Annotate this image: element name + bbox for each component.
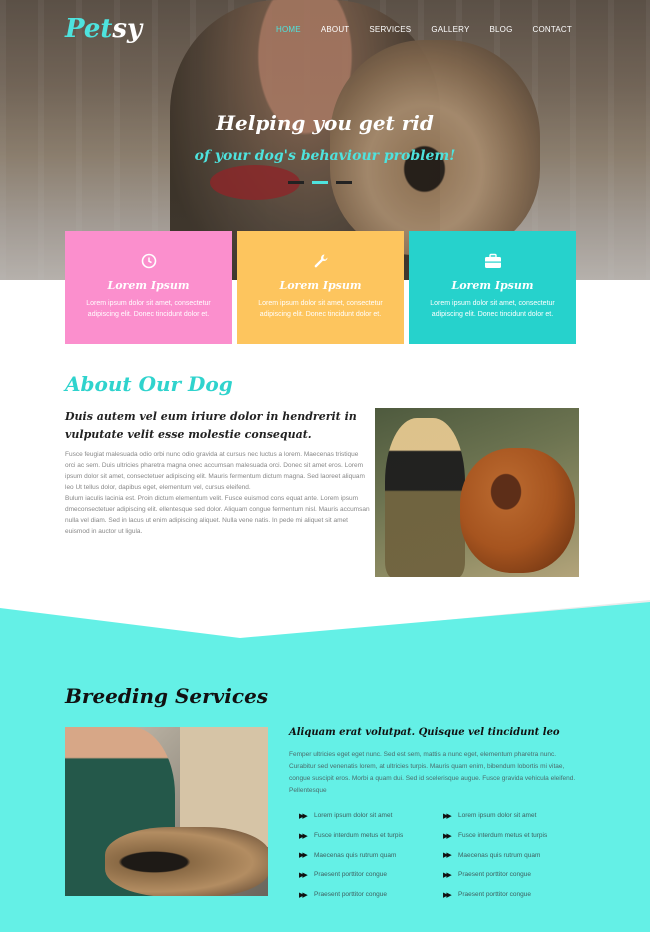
slider-dots (288, 181, 352, 184)
double-arrow-icon: ▶▶ (299, 812, 308, 820)
nav-home[interactable]: HOME (276, 25, 301, 34)
feature-boxes: Lorem Ipsum Lorem ipsum dolor sit amet, … (65, 231, 576, 344)
list-item[interactable]: ▶▶ Praesent porttitor congue (443, 885, 588, 905)
double-arrow-icon: ▶▶ (443, 832, 452, 840)
list-item-label: Lorem ipsum dolor sit amet (458, 812, 537, 820)
breeding-list-left: ▶▶ Lorem ipsum dolor sit amet ▶▶ Fusce int… (299, 806, 444, 904)
double-arrow-icon: ▶▶ (299, 891, 308, 899)
breeding-photo (65, 727, 268, 896)
slider-dot-1[interactable] (288, 181, 304, 184)
double-arrow-icon: ▶▶ (299, 871, 308, 879)
list-item[interactable]: ▶▶ Lorem ipsum dolor sit amet (299, 806, 444, 826)
about-body: Fusce feugiat malesuada odio orbi nunc o… (65, 449, 370, 537)
hero-subtitle: of your dog's behaviour problem! (194, 148, 456, 164)
feature-text: Lorem ipsum dolor sit amet, consectetur … (258, 300, 383, 318)
list-item-label: Fusce interdum metus et turpis (458, 832, 548, 840)
breeding-list-right: ▶▶ Lorem ipsum dolor sit amet ▶▶ Fusce int… (443, 806, 588, 904)
double-arrow-icon: ▶▶ (299, 832, 308, 840)
double-arrow-icon: ▶▶ (443, 891, 452, 899)
list-item-label: Praesent porttitor congue (458, 891, 531, 899)
logo[interactable]: Petsy (65, 14, 142, 44)
nav-blog[interactable]: BLOG (489, 25, 512, 34)
about-title: About Our Dog (65, 372, 233, 396)
list-item-label: Praesent porttitor congue (458, 871, 531, 879)
feature-box-2[interactable]: Lorem Ipsum Lorem ipsum dolor sit amet, … (237, 231, 404, 344)
about-heading: Duis autem vel eum iriure dolor in hendr… (65, 410, 357, 441)
feature-box-3[interactable]: Lorem Ipsum Lorem ipsum dolor sit amet, … (409, 231, 576, 344)
wrench-icon (237, 251, 404, 271)
feature-title: Lorem Ipsum (107, 279, 190, 292)
feature-text: Lorem ipsum dolor sit amet, consectetur … (430, 300, 555, 318)
slider-dot-2[interactable] (312, 181, 328, 184)
list-item-label: Maecenas quis rutrum quam (458, 851, 541, 859)
hero-title: Helping you get rid (216, 111, 434, 135)
breeding-body: Femper ultricies eget eget nunc. Sed est… (289, 751, 576, 794)
list-item-label: Fusce interdum metus et turpis (314, 832, 404, 840)
logo-part-1: Pet (65, 14, 113, 44)
list-item-label: Praesent porttitor congue (314, 871, 387, 879)
feature-box-1[interactable]: Lorem Ipsum Lorem ipsum dolor sit amet, … (65, 231, 232, 344)
woman-figure (385, 418, 465, 577)
double-arrow-icon: ▶▶ (443, 852, 452, 860)
nav-gallery[interactable]: GALLERY (431, 25, 469, 34)
list-item[interactable]: ▶▶ Maecenas quis rutrum quam (443, 845, 588, 865)
nav-about[interactable]: ABOUT (321, 25, 350, 34)
shepherd-dog-figure (105, 827, 268, 896)
list-item[interactable]: ▶▶ Praesent porttitor congue (443, 865, 588, 885)
list-item[interactable]: ▶▶ Fusce interdum metus et turpis (299, 826, 444, 846)
list-item[interactable]: ▶▶ Praesent porttitor congue (299, 865, 444, 885)
double-arrow-icon: ▶▶ (443, 812, 452, 820)
about-photo (375, 408, 579, 577)
slider-dot-3[interactable] (336, 181, 352, 184)
clock-icon (65, 251, 232, 271)
mastiff-figure (460, 448, 575, 573)
list-item-label: Lorem ipsum dolor sit amet (314, 812, 393, 820)
list-item[interactable]: ▶▶ Praesent porttitor congue (299, 885, 444, 905)
logo-part-2: sy (112, 14, 143, 44)
briefcase-icon (409, 251, 576, 271)
breeding-heading: Aliquam erat volutpat. Quisque vel tinci… (289, 727, 560, 738)
about-paragraph-1: Fusce feugiat malesuada odio orbi nunc o… (65, 451, 365, 491)
feature-title: Lorem Ipsum (451, 279, 534, 292)
nav-services[interactable]: SERVICES (369, 25, 411, 34)
about-paragraph-2: Bulum iaculis lacinia est. Proin dictum … (65, 495, 370, 535)
main-nav: HOME ABOUT SERVICES GALLERY BLOG CONTACT (276, 25, 572, 34)
feature-text: Lorem ipsum dolor sit amet, consectetur … (86, 300, 211, 318)
double-arrow-icon: ▶▶ (299, 852, 308, 860)
list-item[interactable]: ▶▶ Lorem ipsum dolor sit amet (443, 806, 588, 826)
nav-contact[interactable]: CONTACT (533, 25, 572, 34)
list-item[interactable]: ▶▶ Fusce interdum metus et turpis (443, 826, 588, 846)
list-item-label: Praesent porttitor congue (314, 891, 387, 899)
list-item-label: Maecenas quis rutrum quam (314, 851, 397, 859)
breeding-title: Breeding Services (65, 684, 269, 708)
feature-title: Lorem Ipsum (279, 279, 362, 292)
double-arrow-icon: ▶▶ (443, 871, 452, 879)
list-item[interactable]: ▶▶ Maecenas quis rutrum quam (299, 845, 444, 865)
